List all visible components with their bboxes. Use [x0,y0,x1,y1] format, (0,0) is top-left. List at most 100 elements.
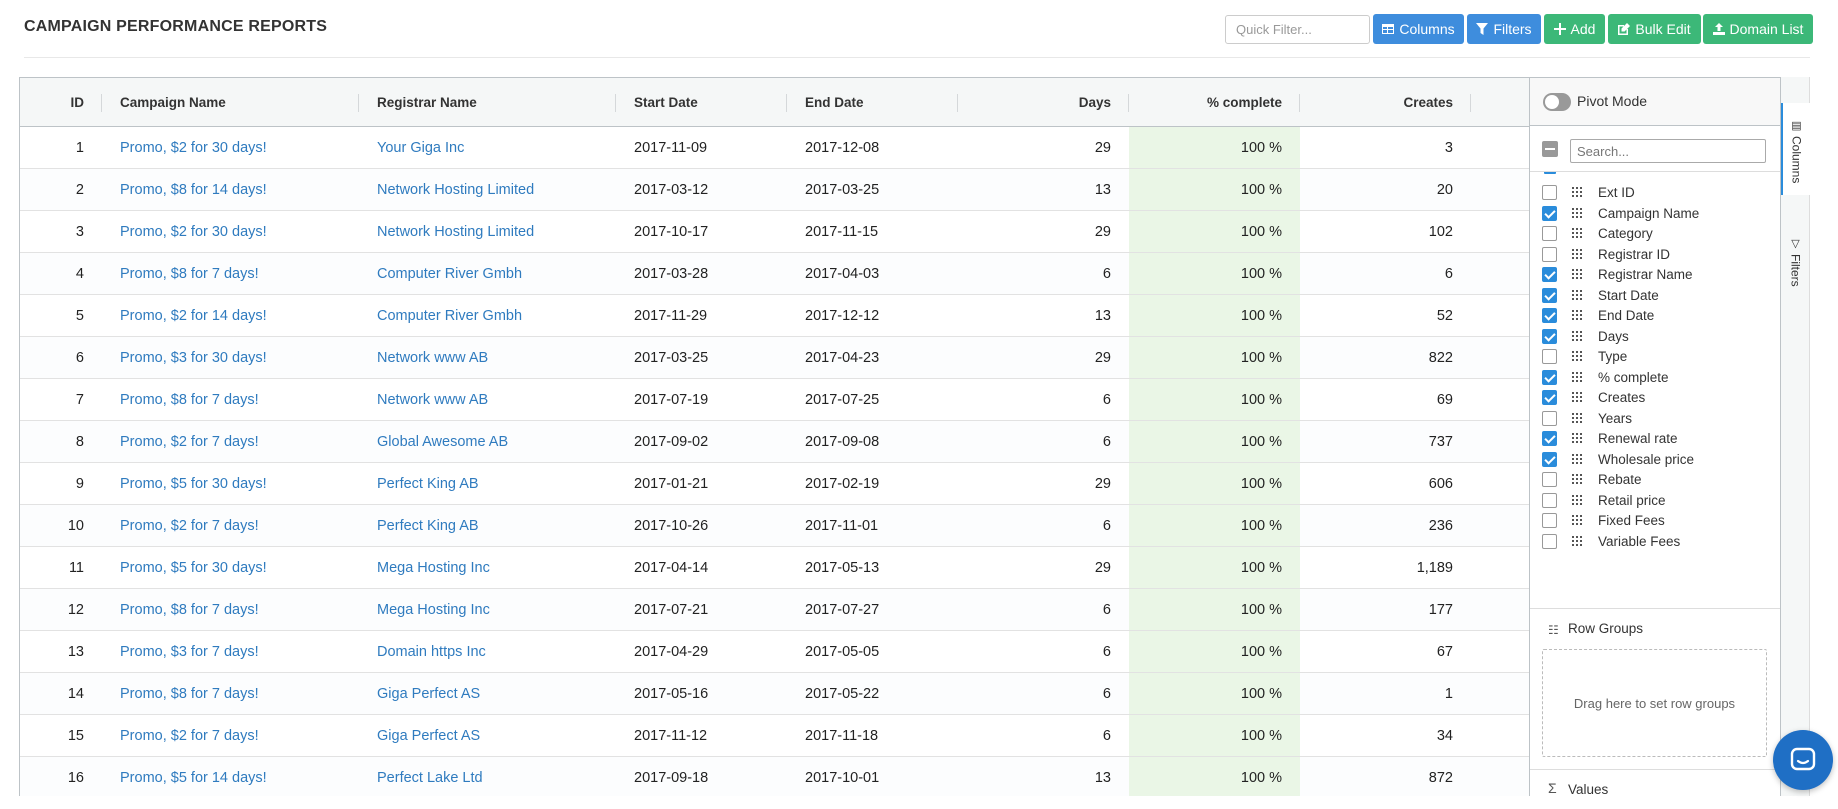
table-row[interactable]: 7 Promo, $8 for 7 days! Network www AB 2017… [20,379,1529,421]
drag-handle-icon[interactable] [1572,433,1584,443]
cell-campaign-name-link[interactable]: Promo, $2 for 30 days! [102,211,359,252]
cell-registrar-name-link[interactable]: Your Giga Inc [359,127,616,168]
cell-registrar-name-link[interactable]: Perfect Lake Ltd [359,757,616,796]
drag-handle-icon[interactable] [1572,248,1584,259]
header-campaign-name[interactable]: Campaign Name [102,78,359,127]
table-row[interactable]: 2 Promo, $8 for 14 days! Network Hosting L… [20,169,1529,211]
cell-registrar-name-link[interactable]: Perfect King AB [359,463,616,504]
column-checkbox[interactable] [1542,492,1557,508]
domain-list-button[interactable]: Domain List [1703,14,1813,44]
header-creates[interactable]: Creates [1300,78,1471,127]
column-checkbox[interactable] [1542,451,1557,467]
column-checkbox[interactable] [1542,533,1557,549]
drag-handle-icon[interactable] [1572,494,1584,505]
chat-launcher-button[interactable] [1773,730,1833,790]
cell-campaign-name-link[interactable]: Promo, $8 for 14 days! [102,169,359,210]
pivot-mode-toggle[interactable] [1543,93,1571,111]
tab-columns[interactable]: ▤ Columns [1781,103,1810,195]
drag-handle-icon[interactable] [1572,371,1584,382]
column-checkbox[interactable] [1542,287,1557,303]
column-checkbox[interactable] [1542,308,1557,323]
table-row[interactable]: 5 Promo, $2 for 14 days! Computer River Gm… [20,295,1529,337]
drag-handle-icon[interactable] [1572,228,1584,238]
cell-campaign-name-link[interactable]: Promo, $3 for 7 days! [102,631,359,672]
table-row[interactable]: 6 Promo, $3 for 30 days! Network www AB 201… [20,337,1529,379]
column-checkbox[interactable] [1542,328,1557,344]
cell-campaign-name-link[interactable]: Promo, $5 for 14 days! [102,757,359,796]
table-row[interactable]: 16 Promo, $5 for 14 days! Perfect Lake Ltd… [20,757,1529,796]
column-checkbox[interactable] [1542,431,1557,446]
column-checkbox[interactable] [1542,390,1557,405]
drag-handle-icon[interactable] [1572,289,1584,300]
column-checkbox[interactable] [1542,246,1557,262]
cell-registrar-name-link[interactable]: Network www AB [359,337,616,378]
table-row[interactable]: 1 Promo, $2 for 30 days! Your Giga Inc 2017… [20,127,1529,169]
cell-registrar-name-link[interactable]: Network Hosting Limited [359,211,616,252]
cell-registrar-name-link[interactable]: Global Awesome AB [359,421,616,462]
table-row[interactable]: 9 Promo, $5 for 30 days! Perfect King AB 20… [20,463,1529,505]
drag-handle-icon[interactable] [1572,515,1584,525]
drag-handle-icon[interactable] [1572,392,1584,402]
drag-handle-icon[interactable] [1572,535,1584,546]
column-checkbox[interactable] [1542,267,1557,282]
cell-campaign-name-link[interactable]: Promo, $3 for 30 days! [102,337,359,378]
table-row[interactable]: 8 Promo, $2 for 7 days! Global Awesome AB 2… [20,421,1529,463]
cell-campaign-name-link[interactable]: Promo, $8 for 7 days! [102,589,359,630]
cell-campaign-name-link[interactable]: Promo, $2 for 30 days! [102,127,359,168]
table-row[interactable]: 11 Promo, $5 for 30 days! Mega Hosting Inc… [20,547,1529,589]
header-percent-complete[interactable]: % complete [1129,78,1300,127]
add-button[interactable]: Add [1544,14,1605,44]
cell-registrar-name-link[interactable]: Computer River Gmbh [359,295,616,336]
cell-registrar-name-link[interactable]: Domain https Inc [359,631,616,672]
column-list-item[interactable]: Variable Fees [1530,530,1780,554]
drag-handle-icon[interactable] [1572,453,1584,464]
table-row[interactable]: 3 Promo, $2 for 30 days! Network Hosting L… [20,211,1529,253]
column-checkbox[interactable] [1542,349,1557,364]
table-row[interactable]: 10 Promo, $2 for 7 days! Perfect King AB 20… [20,505,1529,547]
quick-filter-input[interactable] [1225,15,1370,44]
drag-handle-icon[interactable] [1572,330,1584,341]
column-checkbox[interactable] [1542,205,1557,221]
tab-filters[interactable]: ▽ Filters [1781,237,1810,317]
filters-button[interactable]: Filters [1467,14,1541,44]
header-start-date[interactable]: Start Date [616,78,787,127]
cell-campaign-name-link[interactable]: Promo, $8 for 7 days! [102,253,359,294]
drag-handle-icon[interactable] [1572,474,1584,484]
drag-handle-icon[interactable] [1572,351,1584,361]
select-all-checkbox[interactable] [1542,141,1558,157]
cell-campaign-name-link[interactable]: Promo, $2 for 7 days! [102,715,359,756]
table-row[interactable]: 13 Promo, $3 for 7 days! Domain https Inc 2… [20,631,1529,673]
cell-registrar-name-link[interactable]: Perfect King AB [359,505,616,546]
column-checkbox[interactable] [1542,513,1557,528]
column-checkbox[interactable] [1542,369,1557,385]
cell-campaign-name-link[interactable]: Promo, $8 for 7 days! [102,379,359,420]
column-checkbox[interactable] [1542,472,1557,487]
cell-registrar-name-link[interactable]: Mega Hosting Inc [359,589,616,630]
header-registrar-name[interactable]: Registrar Name [359,78,616,127]
cell-registrar-name-link[interactable]: Giga Perfect AS [359,673,616,714]
drag-handle-icon[interactable] [1572,412,1584,423]
column-checkbox[interactable] [1542,226,1557,241]
cell-registrar-name-link[interactable]: Network Hosting Limited [359,169,616,210]
drag-handle-icon[interactable] [1572,310,1584,320]
row-groups-dropzone[interactable]: Drag here to set row groups [1542,649,1767,757]
cell-campaign-name-link[interactable]: Promo, $5 for 30 days! [102,547,359,588]
header-id[interactable]: ID [20,78,102,127]
cell-campaign-name-link[interactable]: Promo, $2 for 7 days! [102,505,359,546]
cell-registrar-name-link[interactable]: Giga Perfect AS [359,715,616,756]
cell-campaign-name-link[interactable]: Promo, $2 for 14 days! [102,295,359,336]
cell-campaign-name-link[interactable]: Promo, $5 for 30 days! [102,463,359,504]
header-end-date[interactable]: End Date [787,78,958,127]
cell-registrar-name-link[interactable]: Mega Hosting Inc [359,547,616,588]
drag-handle-icon[interactable] [1572,187,1584,197]
cell-campaign-name-link[interactable]: Promo, $2 for 7 days! [102,421,359,462]
table-row[interactable]: 12 Promo, $8 for 7 days! Mega Hosting Inc 2… [20,589,1529,631]
column-checkbox[interactable] [1542,185,1557,200]
cell-campaign-name-link[interactable]: Promo, $8 for 7 days! [102,673,359,714]
drag-handle-icon[interactable] [1572,207,1584,218]
header-days[interactable]: Days [958,78,1129,127]
column-checkbox[interactable] [1542,410,1557,426]
table-row[interactable]: 15 Promo, $2 for 7 days! Giga Perfect AS 20… [20,715,1529,757]
drag-handle-icon[interactable] [1572,269,1584,279]
table-row[interactable]: 14 Promo, $8 for 7 days! Giga Perfect AS 20… [20,673,1529,715]
